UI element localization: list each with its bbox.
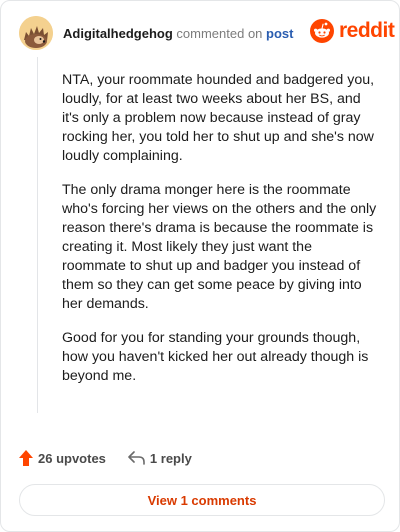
upvote-count: 26 upvotes [38,450,106,466]
username-link[interactable]: Adigitalhedgehog [63,26,173,41]
reply-arrow-icon [128,451,145,465]
hedgehog-avatar-icon [19,16,53,50]
comment-card: Adigitalhedgehog commented on post reddi… [0,0,400,532]
reddit-wordmark: reddit [339,19,395,42]
reddit-snoo-icon [310,19,334,43]
reply-count: 1 reply [149,450,192,466]
comment-header: Adigitalhedgehog commented on post [63,26,293,41]
comment-paragraph: Good for you for standing your grounds t… [62,330,369,384]
replies-button[interactable]: 1 reply [128,451,192,466]
user-avatar[interactable] [19,16,53,50]
upvote-button[interactable]: 26 upvotes [19,450,106,466]
comment-body: NTA, your roommate hounded and badgered … [62,71,378,401]
reddit-logo[interactable]: reddit [310,19,395,43]
thread-line[interactable] [37,57,38,413]
post-link[interactable]: post [266,26,293,41]
commented-on-text: commented on [176,26,263,41]
comment-actions: 26 upvotes 1 reply [19,450,192,466]
upvote-arrow-icon [19,450,33,466]
view-comments-button[interactable]: View 1 comments [19,484,385,516]
comment-paragraph: The only drama monger here is the roomma… [62,182,377,312]
comment-paragraph: NTA, your roommate hounded and badgered … [62,72,375,164]
